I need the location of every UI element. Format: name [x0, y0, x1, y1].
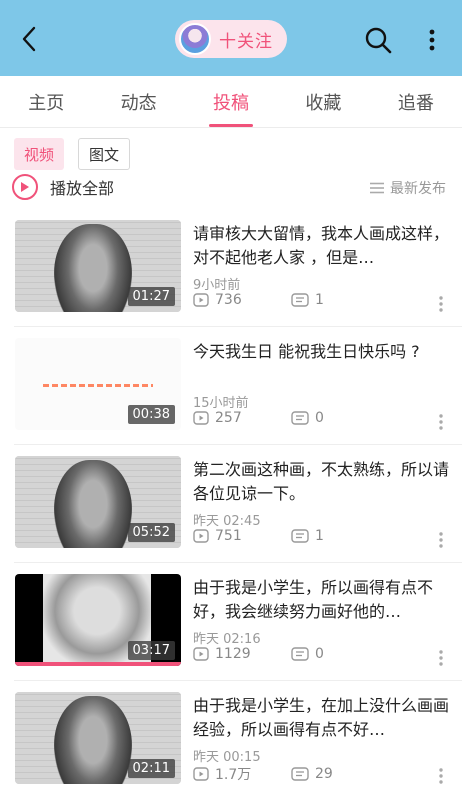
- more-button[interactable]: [420, 24, 444, 56]
- content-filter: 视频 图文: [14, 138, 131, 170]
- play-count-icon: [193, 529, 209, 543]
- watch-progress-bar: [15, 662, 181, 666]
- video-item[interactable]: 02:11 由于我是小学生，在加上没什么画画经验，所以画得有点不好… 昨天 00…: [0, 680, 462, 798]
- item-more-button[interactable]: [436, 412, 446, 432]
- video-thumbnail[interactable]: 01:27: [15, 220, 181, 312]
- view-count: 736: [215, 292, 242, 308]
- tab-home[interactable]: 主页: [0, 76, 92, 127]
- more-vertical-icon: [439, 532, 443, 548]
- video-item[interactable]: 05:52 第二次画这种画，不太熟练，所以请各位见谅一下。 昨天 02:45 7…: [0, 444, 462, 562]
- comment-count: 0: [315, 646, 324, 662]
- video-duration: 01:27: [127, 287, 175, 306]
- video-item[interactable]: 03:17 由于我是小学生，所以画得有点不好，我会继续努力画好他的… 昨天 02…: [0, 562, 462, 680]
- video-title[interactable]: 第二次画这种画，不太熟练，所以请各位见谅一下。: [193, 458, 451, 506]
- video-thumbnail[interactable]: 03:17: [15, 574, 181, 666]
- video-list: 01:27 请审核大大留情，我本人画成这样，对不起他老人家 ，但是… 9小时前 …: [0, 208, 462, 798]
- comment-count: 1: [315, 528, 324, 544]
- video-duration: 05:52: [127, 523, 175, 542]
- follow-label: 十关注: [219, 31, 273, 52]
- view-count: 257: [215, 410, 242, 426]
- video-duration: 03:17: [127, 641, 175, 660]
- video-title[interactable]: 由于我是小学生，所以画得有点不好，我会继续努力画好他的…: [193, 576, 451, 624]
- more-vertical-icon: [439, 768, 443, 784]
- video-duration: 00:38: [127, 405, 175, 424]
- video-stats: 1.7万 29: [193, 764, 333, 784]
- video-title[interactable]: 今天我生日 能祝我生日快乐吗 ?: [193, 340, 451, 364]
- list-icon: [370, 182, 384, 194]
- comment-icon: [291, 767, 309, 781]
- more-vertical-icon: [439, 650, 443, 666]
- play-icon: [12, 174, 38, 200]
- filter-article[interactable]: 图文: [78, 138, 131, 170]
- view-count: 1129: [215, 646, 251, 662]
- avatar[interactable]: [179, 23, 211, 55]
- sort-button[interactable]: 最新发布: [370, 178, 446, 198]
- item-more-button[interactable]: [436, 530, 446, 550]
- video-thumbnail[interactable]: 05:52: [15, 456, 181, 548]
- tab-uploads[interactable]: 投稿: [185, 76, 277, 127]
- video-thumbnail[interactable]: 00:38: [15, 338, 181, 430]
- more-vertical-icon: [429, 29, 435, 51]
- play-count-icon: [193, 767, 209, 781]
- back-icon: [22, 26, 36, 52]
- item-more-button[interactable]: [436, 766, 446, 786]
- video-item[interactable]: 00:38 今天我生日 能祝我生日快乐吗 ? 15小时前 257 0: [0, 326, 462, 444]
- more-vertical-icon: [439, 414, 443, 430]
- play-count-icon: [193, 293, 209, 307]
- tab-bangumi[interactable]: 追番: [370, 76, 462, 127]
- video-stats: 736 1: [193, 292, 324, 308]
- follow-button[interactable]: 十关注: [175, 20, 287, 58]
- search-button[interactable]: [362, 24, 394, 56]
- video-time: 昨天 00:15: [193, 750, 261, 765]
- video-time: 昨天 02:16: [193, 632, 261, 647]
- tab-favorites[interactable]: 收藏: [277, 76, 369, 127]
- play-all-button[interactable]: 播放全部: [12, 174, 114, 200]
- comment-icon: [291, 293, 309, 307]
- play-count-icon: [193, 647, 209, 661]
- play-all-label: 播放全部: [50, 179, 115, 198]
- comment-count: 1: [315, 292, 324, 308]
- video-item[interactable]: 01:27 请审核大大留情，我本人画成这样，对不起他老人家 ，但是… 9小时前 …: [0, 208, 462, 326]
- item-more-button[interactable]: [436, 648, 446, 668]
- video-time: 15小时前: [193, 396, 249, 411]
- video-stats: 1129 0: [193, 646, 324, 662]
- view-count: 751: [215, 528, 242, 544]
- video-time: 昨天 02:45: [193, 514, 261, 529]
- tab-dynamics[interactable]: 动态: [92, 76, 184, 127]
- play-count-icon: [193, 411, 209, 425]
- comment-icon: [291, 529, 309, 543]
- video-stats: 751 1: [193, 528, 324, 544]
- video-title[interactable]: 请审核大大留情，我本人画成这样，对不起他老人家 ，但是…: [193, 222, 451, 270]
- video-title[interactable]: 由于我是小学生，在加上没什么画画经验，所以画得有点不好…: [193, 694, 451, 742]
- search-icon: [365, 27, 392, 54]
- video-thumbnail[interactable]: 02:11: [15, 692, 181, 784]
- comment-count: 29: [315, 766, 333, 782]
- video-duration: 02:11: [127, 759, 175, 778]
- video-time: 9小时前: [193, 278, 241, 293]
- view-count: 1.7万: [215, 767, 252, 783]
- video-stats: 257 0: [193, 410, 324, 426]
- item-more-button[interactable]: [436, 294, 446, 314]
- back-button[interactable]: [14, 22, 44, 56]
- top-bar: 十关注: [0, 0, 462, 76]
- filter-video[interactable]: 视频: [14, 138, 65, 170]
- more-vertical-icon: [439, 296, 443, 312]
- profile-tabs: 主页 动态 投稿 收藏 追番: [0, 76, 462, 128]
- sort-label: 最新发布: [390, 181, 446, 197]
- comment-icon: [291, 647, 309, 661]
- comment-count: 0: [315, 410, 324, 426]
- comment-icon: [291, 411, 309, 425]
